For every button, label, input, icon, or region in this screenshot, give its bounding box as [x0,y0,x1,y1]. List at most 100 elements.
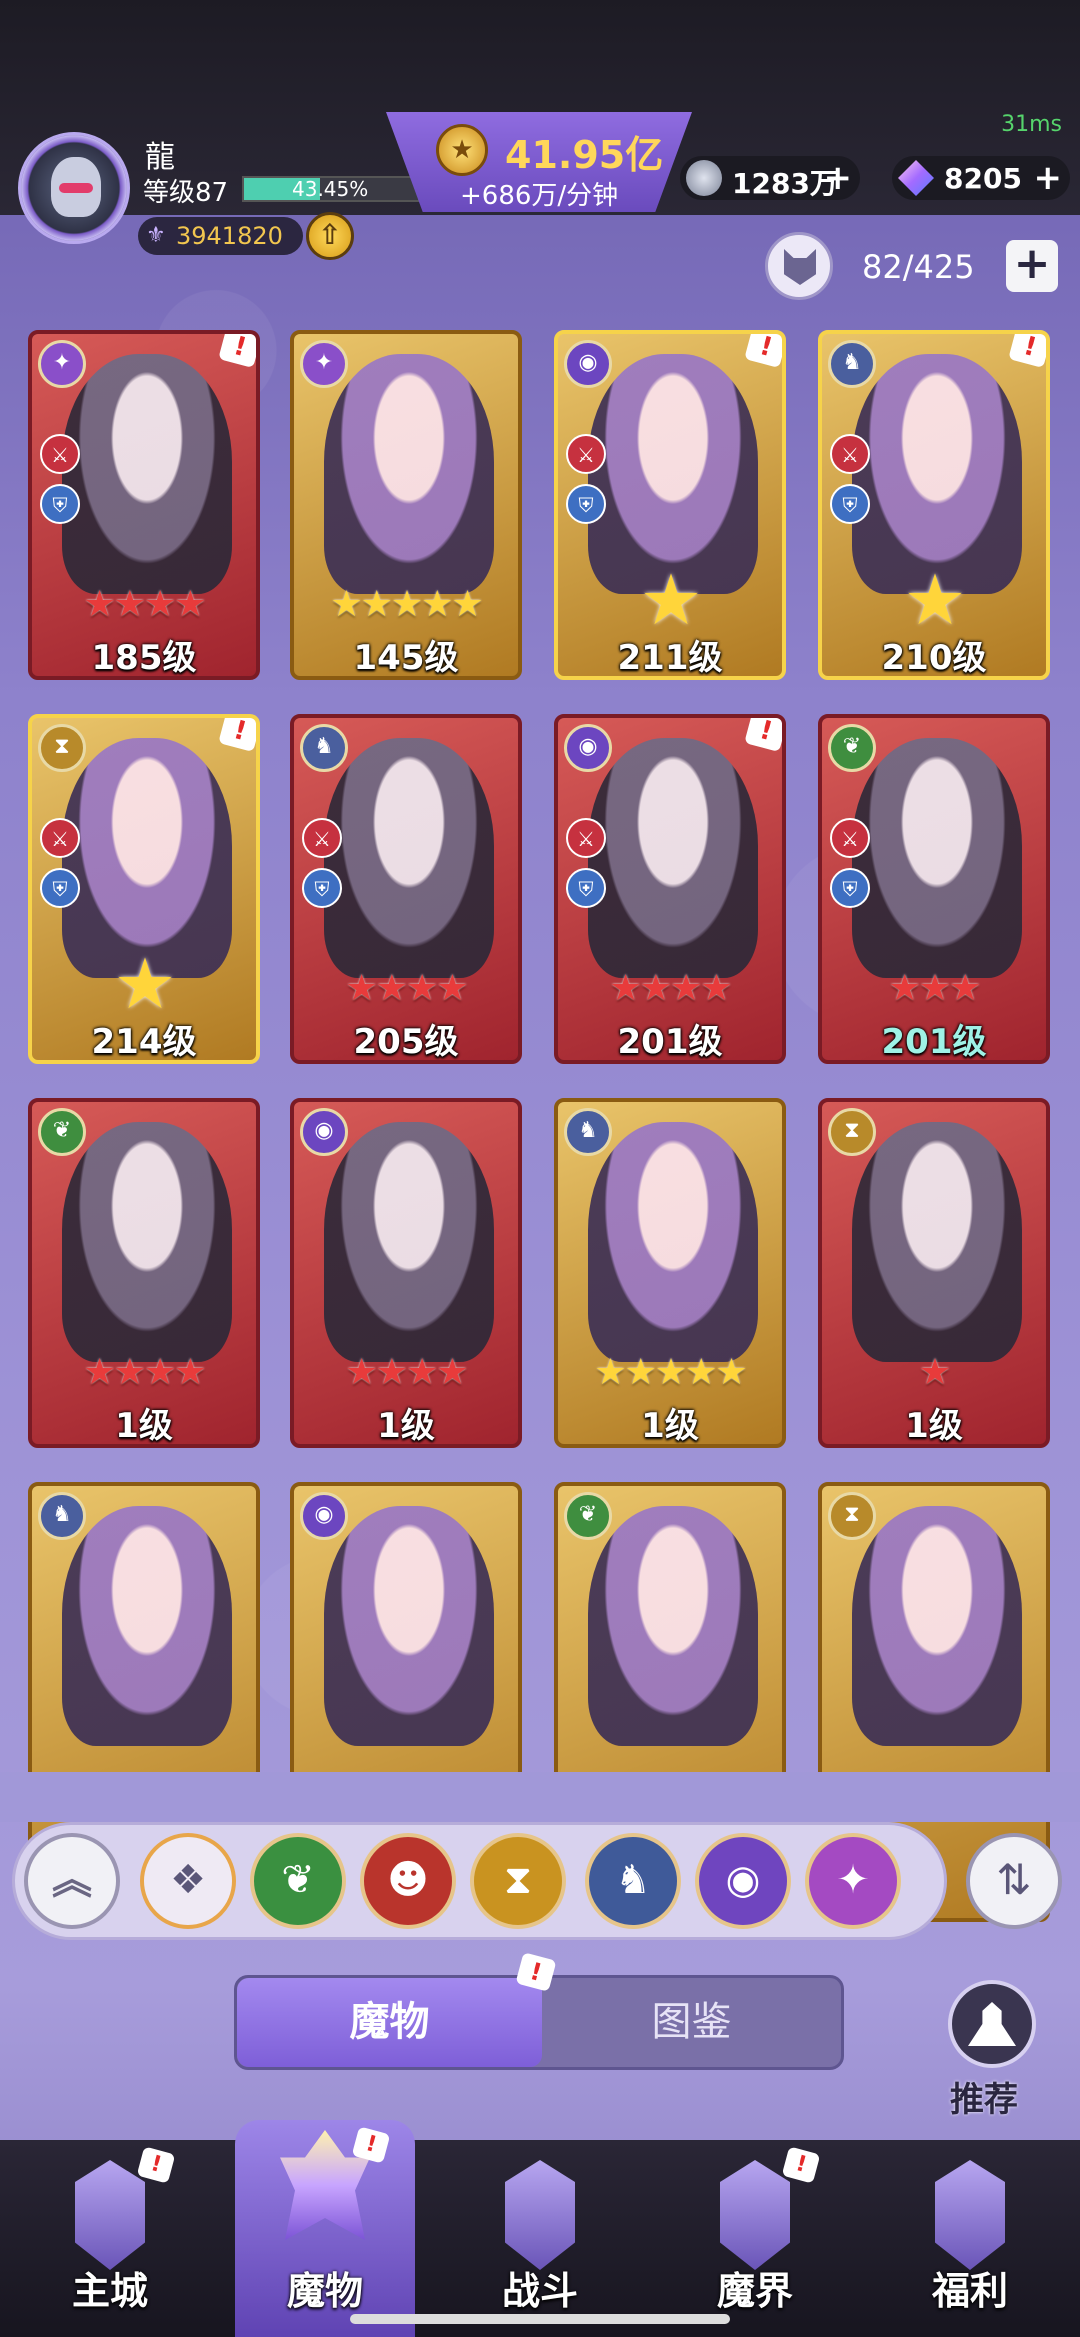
recommend-button[interactable] [948,1980,1036,2068]
grid-fade [0,1772,1080,1822]
add-gems-button[interactable]: + [824,158,853,198]
hour-element-icon: ⧗ [38,724,86,772]
nav-battle[interactable]: 战斗 [450,2140,630,2337]
xp-percent: 43.45% [292,177,369,201]
nav-monsters[interactable]: ! 魔物 [235,2120,415,2337]
star-rating: ★★★★ [83,584,206,625]
monster-card[interactable]: ♞ ★★★★★ 1级 [554,1098,786,1448]
star-rating: ★★★★ [345,1352,468,1393]
filter-hourglass-icon[interactable]: ⧗ [470,1833,566,1929]
filter-all-icon[interactable]: ❖ [140,1833,236,1929]
sword-icon: ⚜ [146,223,166,248]
add-crystals-button[interactable]: + [1034,158,1063,198]
monster-card[interactable]: ♞ ⚔ ⛨ ★★★★ 205级 [290,714,522,1064]
defense-role-icon: ⛨ [566,868,606,908]
monster-card[interactable]: ⧗ ★ 1级 [818,1098,1050,1448]
collapse-icon[interactable]: ︽ [24,1833,120,1929]
star-rating: ★ [903,559,967,641]
xp-bar: 43.45% [242,176,420,202]
monster-portrait [324,1506,494,1746]
monster-card[interactable]: ✦ ⚔ ⛨! ★★★★ 185级 [28,330,260,680]
monster-level: 205级 [353,1022,459,1062]
nav-label: 主城 [71,2269,148,2313]
defense-role-icon: ⛨ [830,868,870,908]
monster-count-icon [765,232,833,300]
monster-portrait [852,1506,1022,1746]
nav-castle[interactable]: ! 主城 [20,2140,200,2337]
alert-icon: ! [218,718,256,753]
eye-element-icon: ◉ [564,724,612,772]
monster-card[interactable]: ♞ ⚔ ⛨! ★ 210级 [818,330,1050,680]
wolf-element-icon: ♞ [300,724,348,772]
attack-role-icon: ⚔ [40,818,80,858]
monster-level: 1级 [115,1406,173,1446]
hour-element-icon: ⧗ [828,1492,876,1540]
crystal-resource: 8205 + [892,156,1070,200]
alert-icon: ! [136,2146,176,2184]
expand-capacity-button[interactable]: + [1006,240,1058,292]
tab-monsters[interactable]: 魔物 [237,1978,542,2067]
monster-level: 214级 [91,1022,197,1062]
nav-demon-realm[interactable]: ! 魔界 [665,2140,845,2337]
shield-sword-icon [505,2160,575,2270]
gem-resource: 1283万 + [680,156,860,200]
monster-card[interactable]: ❦ ⚔ ⛨ ★★★ 201级 [818,714,1050,1064]
defense-role-icon: ⛨ [40,868,80,908]
filter-eye-icon[interactable]: ◉ [695,1833,791,1929]
latency-indicator: 31ms [1001,112,1062,137]
monster-portrait [62,1506,232,1746]
monster-card[interactable]: ◉ ★★★★ 1级 [290,1098,522,1448]
wolf-element-icon: ♞ [828,340,876,388]
monster-level: 1级 [377,1406,435,1446]
monster-portrait [852,1122,1022,1362]
monster-portrait [588,354,758,594]
defense-role-icon: ⛨ [302,868,342,908]
monster-level: 1级 [905,1406,963,1446]
monster-card[interactable]: ◉ ⚔ ⛨! ★ 211级 [554,330,786,680]
player-avatar[interactable] [18,132,130,244]
monster-level: 211级 [617,638,723,678]
filter-star-icon[interactable]: ✦ [805,1833,901,1929]
nav-label: 战斗 [501,2269,578,2313]
power-up-button[interactable]: ⇧ [306,212,354,260]
monster-level: 201级 [617,1022,723,1062]
tab-codex[interactable]: 图鉴 [542,1978,841,2067]
hour-element-icon: ⧗ [828,1108,876,1156]
monster-card[interactable]: ◉ ⚔ ⛨! ★★★★ 201级 [554,714,786,1064]
star-rating: ★★★★★ [594,1352,747,1393]
star-rating: ★★★ [888,968,982,1009]
filter-leaf-icon[interactable]: ❦ [250,1833,346,1929]
sort-icon[interactable]: ⇅ [966,1833,1062,1929]
monster-portrait [324,1122,494,1362]
monster-portrait [62,354,232,594]
star-rating: ★★★★ [345,968,468,1009]
monster-count: 82/425 [862,248,975,286]
leaf-element-icon: ❦ [828,724,876,772]
recommend-label: 推荐 [950,2080,1018,2120]
eye-element-icon: ◉ [300,1108,348,1156]
nav-label: 福利 [931,2269,1008,2313]
monster-level: 145级 [353,638,459,678]
filter-wolf-icon[interactable]: ♞ [585,1833,681,1929]
wolf-element-icon: ♞ [38,1492,86,1540]
alert-icon: ! [744,718,782,753]
monster-card[interactable]: ❦ ★★★★ 1级 [28,1098,260,1448]
filter-demon-mask-icon[interactable]: ☻ [360,1833,456,1929]
leaf-element-icon: ❦ [38,1108,86,1156]
alert-icon: ! [218,334,256,369]
player-level: 等级87 [143,178,229,208]
monster-card[interactable]: ⧗ ⚔ ⛨! ★ 214级 [28,714,260,1064]
leaf-element-icon: ❦ [564,1492,612,1540]
home-indicator [350,2314,730,2324]
defense-role-icon: ⛨ [566,484,606,524]
star-rating: ★ [639,559,703,641]
star-rating: ★ [113,943,177,1025]
monster-portrait [852,738,1022,978]
nav-welfare[interactable]: 福利 [880,2140,1060,2337]
crystal-icon [898,160,934,196]
nav-label: 魔界 [716,2269,793,2313]
gem-icon [686,160,722,196]
eye-element-icon: ◉ [300,1492,348,1540]
attack-role-icon: ⚔ [830,434,870,474]
monster-card[interactable]: ✦ ★★★★★ 145级 [290,330,522,680]
